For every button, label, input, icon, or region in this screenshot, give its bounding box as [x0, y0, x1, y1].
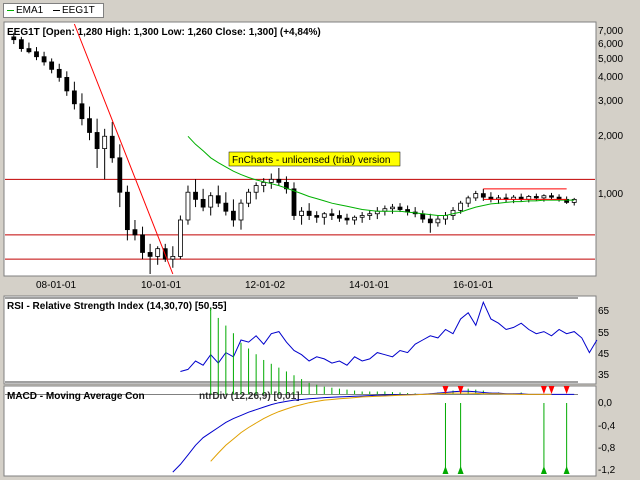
- candle-body: [427, 218, 433, 224]
- candle-body: [49, 61, 55, 70]
- candle-body: [200, 198, 206, 208]
- price-y-axis: 7,000 6,000 5,000 4,000 3,000 2,000 1,00…: [598, 26, 623, 200]
- candle-body: [147, 252, 153, 257]
- candle-body: [549, 195, 554, 198]
- price-x-tick: 10-01-01: [141, 280, 181, 291]
- price-panel[interactable]: [3, 21, 597, 277]
- candle-body: [140, 234, 145, 253]
- candle-body: [193, 191, 198, 200]
- candle-body: [155, 248, 161, 257]
- candle-body: [352, 216, 357, 221]
- price-y-tick: 6,000: [598, 39, 623, 50]
- candle-body: [87, 118, 92, 133]
- candle-body: [253, 185, 259, 193]
- candle-body: [94, 132, 100, 149]
- price-y-tick: 1,000: [598, 189, 623, 200]
- rsi-y-tick: 45: [598, 349, 610, 360]
- candle-body: [321, 213, 327, 218]
- macd-y-tick: -0,8: [598, 443, 616, 454]
- candle-body: [367, 213, 373, 216]
- candle-body: [268, 178, 274, 183]
- candle-body: [109, 135, 115, 159]
- macd-y-tick: 0,0: [598, 398, 612, 409]
- candle-body: [299, 210, 304, 216]
- candle-body: [465, 197, 471, 204]
- candle-body: [246, 191, 251, 204]
- candle-body: [215, 195, 221, 204]
- candle-body: [435, 218, 441, 224]
- candle-body: [64, 77, 70, 92]
- candle-body: [314, 215, 320, 218]
- candle-body: [397, 206, 403, 210]
- rsi-y-tick: 35: [598, 370, 610, 381]
- candle-body: [117, 157, 123, 193]
- candle-body: [458, 202, 464, 211]
- chart-stage: EEG1T [Open: 1,280 High: 1,300 Low: 1,26…: [3, 21, 623, 477]
- price-panel-title: EEG1T [Open: 1,280 High: 1,300 Low: 1,26…: [7, 27, 321, 38]
- rsi-y-tick: 65: [598, 306, 610, 317]
- candle-body: [41, 56, 47, 63]
- candle-body: [480, 193, 486, 198]
- candle-body: [71, 90, 77, 105]
- price-x-axis: 08-01-01 10-01-01 12-01-02 14-01-01 16-0…: [36, 280, 493, 291]
- candle-body: [231, 210, 236, 221]
- watermark-text: FnCharts - unlicensed (trial) version: [232, 155, 390, 166]
- rsi-panel-title: RSI - Relative Strength Index (14,30,70)…: [7, 301, 227, 312]
- candle-body: [34, 51, 39, 58]
- candle-body: [541, 195, 547, 199]
- rsi-y-tick: 55: [598, 328, 610, 339]
- candle-body: [124, 191, 130, 231]
- candle-body: [390, 206, 395, 210]
- price-y-tick: 3,000: [598, 96, 623, 107]
- candle-body: [443, 215, 448, 220]
- candle-body: [329, 213, 335, 216]
- price-x-tick: 08-01-01: [36, 280, 76, 291]
- candle-body: [420, 213, 426, 220]
- price-y-tick: 7,000: [598, 26, 623, 37]
- candle-body: [344, 217, 350, 221]
- macd-y-tick: -0,4: [598, 421, 616, 432]
- candle-body: [359, 215, 365, 218]
- candle-body: [291, 188, 297, 216]
- price-y-tick: 4,000: [598, 72, 623, 83]
- rsi-y-axis: 65 55 45 35: [598, 306, 610, 381]
- macd-y-tick: -1,2: [598, 465, 616, 476]
- macd-y-axis: 0,0 -0,4 -0,8 -1,2: [598, 398, 616, 476]
- candle-body: [18, 39, 24, 50]
- macd-panel-title-overlap: ntrDiv (12,26,9) [0,01]: [199, 391, 300, 402]
- price-x-tick: 16-01-01: [453, 280, 493, 291]
- candle-body: [11, 36, 17, 41]
- candle-body: [473, 193, 479, 199]
- candle-body: [306, 210, 312, 216]
- candle-body: [450, 209, 456, 216]
- candle-body: [102, 135, 108, 149]
- candle-body: [170, 256, 176, 260]
- candle-body: [261, 181, 267, 186]
- candle-body: [132, 229, 138, 236]
- candle-body: [238, 202, 244, 221]
- candle-body: [177, 219, 183, 257]
- candle-body: [185, 191, 191, 221]
- price-y-tick: 2,000: [598, 131, 623, 142]
- price-y-tick: 5,000: [598, 54, 623, 65]
- candle-body: [208, 195, 214, 208]
- candle-body: [26, 48, 32, 53]
- candle-body: [533, 196, 539, 199]
- candle-body: [79, 103, 85, 120]
- candle-body: [276, 178, 282, 183]
- candle-body: [337, 215, 342, 219]
- macd-panel-title: MACD - Moving Average Con: [7, 391, 145, 402]
- candle-body: [56, 68, 62, 78]
- candle-body: [223, 202, 229, 212]
- price-x-tick: 14-01-01: [349, 280, 389, 291]
- price-x-tick: 12-01-02: [245, 280, 285, 291]
